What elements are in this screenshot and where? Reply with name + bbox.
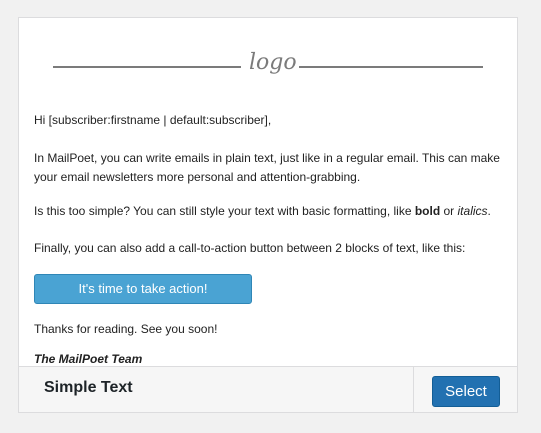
footer-divider: [413, 367, 414, 412]
template-footer: Simple Text Select: [19, 366, 517, 412]
logo-placeholder: logo: [249, 50, 297, 75]
logo-header: logo: [53, 50, 483, 80]
template-card: logo Hi [subscriber:firstname | default:…: [18, 17, 518, 413]
cta-button: It's time to take action!: [34, 274, 252, 304]
paragraph-2-italic: italics: [457, 204, 488, 218]
paragraph-2-mid: or: [440, 204, 458, 218]
select-button[interactable]: Select: [432, 376, 500, 407]
email-paragraph-2: Is this too simple? You can still style …: [34, 202, 504, 221]
logo-divider-left: [53, 66, 241, 68]
logo-divider-right: [299, 66, 483, 68]
email-paragraph-1: In MailPoet, you can write emails in pla…: [34, 151, 500, 184]
email-signoff: The MailPoet Team: [34, 352, 143, 366]
email-paragraph-3: Finally, you can also add a call-to-acti…: [34, 241, 466, 255]
email-greeting: Hi [subscriber:firstname | default:subsc…: [34, 113, 272, 127]
paragraph-2-bold: bold: [414, 204, 441, 218]
template-preview[interactable]: logo Hi [subscriber:firstname | default:…: [19, 18, 517, 366]
template-name: Simple Text: [44, 379, 133, 396]
paragraph-2-prefix: Is this too simple? You can still style …: [34, 204, 415, 218]
paragraph-2-suffix: .: [487, 204, 491, 218]
email-closing: Thanks for reading. See you soon!: [34, 322, 218, 336]
